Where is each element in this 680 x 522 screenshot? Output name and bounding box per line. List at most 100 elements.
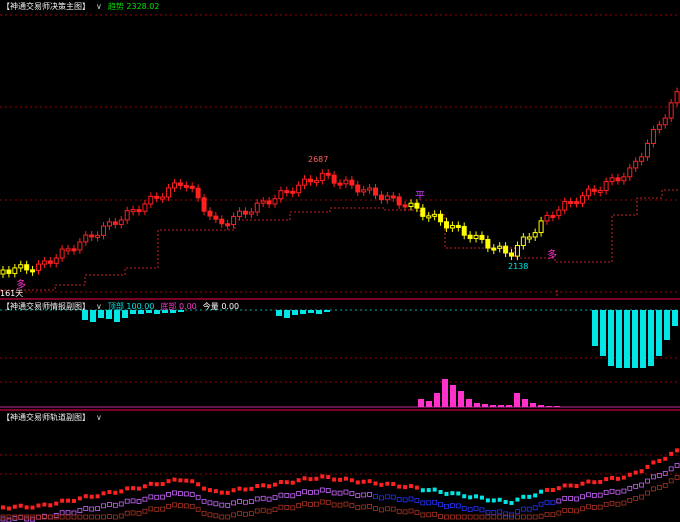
candle-body <box>668 102 674 119</box>
track-band-upper <box>402 497 408 503</box>
info-bar-chart[interactable] <box>0 300 680 409</box>
track-band-lower <box>237 510 242 516</box>
track-band-upper <box>284 492 290 498</box>
trend-indicator-name: 趋势 <box>107 2 124 11</box>
track-band-upper <box>331 490 337 496</box>
track-subchart-panel[interactable]: 【神通交易师轨道副图】 ∨ <box>0 411 680 522</box>
track-band-upper <box>254 496 260 502</box>
candle-body <box>497 245 503 249</box>
candle-body <box>95 234 101 238</box>
track-band-upper <box>408 496 414 502</box>
candle-body <box>296 184 302 194</box>
top-bar <box>624 310 630 368</box>
track-band-upper <box>118 501 124 507</box>
track-band-lower <box>284 504 290 510</box>
track-candle <box>148 481 153 486</box>
track-candle <box>592 480 597 485</box>
track-band-upper <box>414 498 420 503</box>
track-band-lower <box>248 511 254 517</box>
track-band-upper <box>544 500 550 506</box>
track-candle <box>438 489 443 494</box>
track-band-lower <box>479 514 485 520</box>
track-band-lower <box>449 514 455 520</box>
track-band-upper <box>231 500 237 506</box>
candle-body <box>662 117 668 126</box>
track-panel-title[interactable]: 【神通交易师轨道副图】 <box>2 412 90 424</box>
track-band-lower <box>195 506 201 512</box>
info-subchart-panel[interactable]: 【神通交易师情报副图】 ∨ 顶部 100.00 底部 0.00 今量 0.00 <box>0 300 680 409</box>
track-band-upper <box>189 492 195 497</box>
track-candle <box>160 482 165 487</box>
candle-body <box>272 198 278 205</box>
track-band-upper <box>248 499 254 505</box>
candle-body <box>266 200 272 205</box>
track-band-lower <box>177 503 183 509</box>
track-band-upper <box>77 508 83 513</box>
track-band-upper <box>355 493 361 498</box>
track-candle <box>627 472 632 477</box>
track-band-lower <box>485 514 491 520</box>
candle-body <box>53 257 59 264</box>
candle-body <box>544 214 550 222</box>
track-band-lower <box>225 514 231 520</box>
main-panel-title[interactable]: 【神通交易师决策主图】 <box>2 1 90 13</box>
track-band-lower <box>142 508 148 514</box>
top-bar <box>608 310 614 366</box>
track-band-upper <box>260 495 266 501</box>
track-candle <box>598 479 603 484</box>
track-band-lower <box>426 512 432 518</box>
track-candle <box>610 475 615 480</box>
main-panel-dropdown-icon[interactable]: ∨ <box>96 1 102 13</box>
candle-body <box>302 178 308 186</box>
track-candle <box>60 498 65 503</box>
track-band-lower <box>390 506 396 512</box>
track-candle <box>219 490 224 495</box>
candle-body <box>313 180 319 184</box>
track-band-lower <box>591 505 597 510</box>
top-bar <box>656 310 662 356</box>
main-candlestick-chart[interactable]: 2687 2138 平 多 多 161天 <box>0 0 680 298</box>
track-candle <box>166 479 171 484</box>
candle-body <box>420 207 426 217</box>
bottom-bar <box>426 401 432 407</box>
track-band-lower <box>414 510 420 515</box>
candle-body <box>225 223 231 227</box>
candle-body <box>650 129 656 144</box>
track-band-upper <box>432 499 438 505</box>
candle-body <box>579 195 585 204</box>
candle-body <box>526 236 532 240</box>
track-band-lower <box>580 506 585 512</box>
track-panel-dropdown-icon[interactable]: ∨ <box>96 412 102 424</box>
track-band-upper <box>497 509 503 515</box>
track-band-upper <box>343 489 349 495</box>
track-candle <box>462 494 467 499</box>
track-band-upper <box>95 506 101 512</box>
track-band-lower <box>373 506 378 511</box>
track-band-upper <box>302 489 307 495</box>
candle-body <box>532 232 538 238</box>
track-band-lower <box>444 514 449 520</box>
track-candle <box>30 505 35 510</box>
info-panel-title[interactable]: 【神通交易师情报副图】 <box>2 301 90 313</box>
info-panel-dropdown-icon[interactable]: ∨ <box>96 301 102 313</box>
track-band-lower <box>349 503 355 508</box>
track-band-upper <box>384 494 390 500</box>
track-band-upper <box>142 496 148 502</box>
track-candle <box>503 499 508 504</box>
track-band-upper <box>621 488 627 494</box>
track-chart[interactable] <box>0 411 680 522</box>
top-bar <box>276 310 282 316</box>
track-band-lower <box>260 507 266 513</box>
track-band-upper <box>585 492 591 498</box>
candle-body <box>148 195 154 205</box>
track-candle <box>574 484 579 489</box>
track-band-upper <box>112 502 118 508</box>
candle-body <box>319 172 325 182</box>
track-band-lower <box>308 502 313 507</box>
track-band-lower <box>491 514 497 520</box>
track-band-lower <box>272 507 278 513</box>
main-chart-panel[interactable]: 【神通交易师决策主图】 ∨ 趋势 2328.02 2687 2138 平 多 多… <box>0 0 680 298</box>
bottom-bar <box>546 406 552 407</box>
track-candle <box>491 498 496 503</box>
candle-body <box>520 236 526 246</box>
